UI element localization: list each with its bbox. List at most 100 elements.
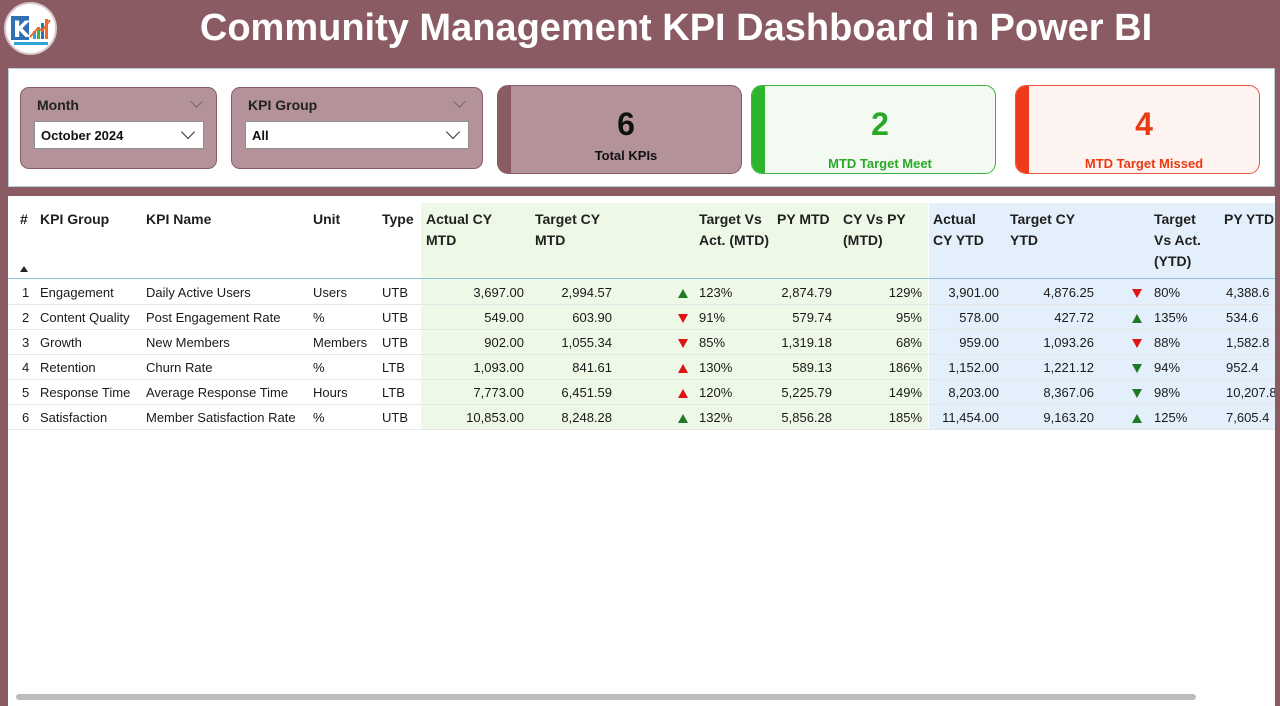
triangle-up-icon	[678, 414, 688, 423]
cell-type: UTB	[382, 410, 408, 425]
chevron-down-icon	[180, 124, 196, 140]
month-dropdown-value: October 2024	[41, 128, 124, 143]
triangle-down-icon	[678, 339, 688, 348]
table-row[interactable]: 2 Content Quality Post Engagement Rate% UTB…	[8, 305, 1275, 330]
chevron-down-icon	[445, 124, 461, 140]
page-title: Community Management KPI Dashboard in Po…	[199, 7, 1153, 49]
cell-type: LTB	[382, 360, 405, 375]
mtd-target-meet-card: 2 MTD Target Meet	[751, 85, 996, 174]
cell-target-cy-mtd: 1,055.34	[561, 335, 612, 350]
mtd-target-missed-value: 4	[1135, 106, 1153, 142]
cell-kpi-group: Response Time	[40, 385, 131, 400]
kpi-table-panel: # KPI Group KPI Name Unit Type Actual CY…	[8, 196, 1275, 706]
kpi-group-slicer: KPI Group All	[231, 87, 483, 169]
column-header-kpi-group[interactable]: KPI Group	[40, 209, 109, 230]
cell-number: 1	[22, 285, 30, 300]
cell-unit: %	[313, 310, 325, 325]
cell-actual-cy-ytd: 11,454.00	[942, 410, 999, 425]
mtd-target-meet-value: 2	[871, 106, 889, 142]
cell-kpi-group: Content Quality	[40, 310, 130, 325]
mtd-target-missed-label: MTD Target Missed	[1084, 156, 1204, 171]
cell-number: 3	[22, 335, 30, 350]
column-header-target-cy-ytd[interactable]: Target CY YTD	[1010, 209, 1090, 251]
cell-kpi-name: Daily Active Users	[146, 285, 251, 300]
column-header-target-cy-mtd[interactable]: Target CY MTD	[535, 209, 615, 251]
cell-target-vs-act-mtd: 91%	[699, 310, 726, 325]
cell-target-vs-act-mtd: 123%	[699, 285, 733, 300]
cell-actual-cy-mtd: 1,093.00	[473, 360, 524, 375]
chevron-down-icon[interactable]	[453, 95, 466, 108]
cell-kpi-name: Post Engagement Rate	[146, 310, 281, 325]
row-divider	[8, 429, 1275, 430]
cell-py-ytd: 534.6	[1226, 310, 1259, 325]
mtd-target-missed-card: 4 MTD Target Missed	[1015, 85, 1260, 174]
column-header-kpi-name[interactable]: KPI Name	[146, 209, 211, 230]
cell-actual-cy-ytd: 959.00	[959, 335, 999, 350]
cell-unit: Members	[313, 335, 368, 350]
column-header-unit[interactable]: Unit	[313, 209, 340, 230]
column-header-cy-vs-py-mtd[interactable]: CY Vs PY (MTD)	[843, 209, 913, 251]
triangle-down-icon	[678, 314, 688, 323]
column-header-py-ytd[interactable]: PY YTD	[1224, 209, 1274, 230]
kpi-group-dropdown[interactable]: All	[245, 121, 469, 149]
sort-ascending-icon[interactable]	[20, 266, 28, 272]
column-header-actual-cy-ytd[interactable]: Actual CY YTD	[933, 209, 993, 251]
column-header-actual-cy-mtd[interactable]: Actual CY MTD	[426, 209, 506, 251]
cell-unit: %	[313, 410, 325, 425]
card-accent-strip	[498, 86, 511, 173]
triangle-up-icon	[678, 389, 688, 398]
header-bar: K Community Management KPI Dashboard in …	[0, 0, 1280, 58]
table-row[interactable]: 4 Retention Churn Rate% LTB 1,093.00 841.61 13…	[8, 355, 1275, 380]
cell-target-vs-act-ytd: 80%	[1154, 285, 1181, 300]
cell-unit: Users	[313, 285, 347, 300]
cell-number: 4	[22, 360, 30, 375]
cell-kpi-group: Engagement	[40, 285, 114, 300]
card-accent-strip	[752, 86, 765, 173]
table-row[interactable]: 6 Satisfaction Member Satisfaction Rate% UT…	[8, 405, 1275, 430]
table-row[interactable]: 5 Response Time Average Response Time Hours…	[8, 380, 1275, 405]
cell-target-vs-act-mtd: 130%	[699, 360, 733, 375]
total-kpis-card: 6 Total KPIs	[497, 85, 742, 174]
cell-py-ytd: 7,605.4	[1226, 410, 1270, 425]
month-dropdown[interactable]: October 2024	[34, 121, 204, 149]
cell-target-cy-mtd: 8,248.28	[561, 410, 612, 425]
column-header-target-vs-act-mtd[interactable]: Target Vs Act. (MTD)	[699, 209, 774, 251]
cell-number: 6	[22, 410, 30, 425]
cell-actual-cy-ytd: 8,203.00	[948, 385, 999, 400]
chevron-down-icon[interactable]	[190, 95, 203, 108]
kpi-group-slicer-label: KPI Group	[248, 97, 318, 113]
cell-py-ytd: 1,582.8	[1226, 335, 1270, 350]
cell-target-cy-ytd: 8,367.06	[1043, 385, 1094, 400]
triangle-up-icon	[678, 289, 688, 298]
cell-target-vs-act-ytd: 135%	[1154, 310, 1188, 325]
triangle-down-icon	[1132, 389, 1142, 398]
cell-target-vs-act-mtd: 85%	[699, 335, 726, 350]
column-header-number[interactable]: #	[20, 209, 28, 230]
cell-actual-cy-ytd: 1,152.00	[948, 360, 999, 375]
cell-type: UTB	[382, 285, 408, 300]
cell-target-cy-mtd: 6,451.59	[561, 385, 612, 400]
cell-kpi-group: Retention	[40, 360, 96, 375]
cell-kpi-name: Member Satisfaction Rate	[146, 410, 296, 425]
cell-actual-cy-mtd: 549.00	[484, 310, 524, 325]
cell-py-ytd: 10,207.8	[1226, 385, 1275, 400]
cell-target-cy-mtd: 841.61	[572, 360, 612, 375]
cell-target-vs-act-mtd: 132%	[699, 410, 733, 425]
column-header-type[interactable]: Type	[382, 209, 414, 230]
cell-actual-cy-mtd: 902.00	[484, 335, 524, 350]
column-header-py-mtd[interactable]: PY MTD	[777, 209, 830, 230]
cell-py-mtd: 2,874.79	[781, 285, 832, 300]
column-header-target-vs-act-ytd[interactable]: Target Vs Act. (YTD)	[1154, 209, 1216, 272]
cell-number: 2	[22, 310, 30, 325]
table-row[interactable]: 3 Growth New Members Members UTB 902.00 1,055.…	[8, 330, 1275, 355]
cell-target-vs-act-ytd: 98%	[1154, 385, 1181, 400]
cell-target-vs-act-ytd: 125%	[1154, 410, 1188, 425]
cell-target-cy-ytd: 427.72	[1054, 310, 1094, 325]
cell-type: LTB	[382, 385, 405, 400]
cell-py-mtd: 5,225.79	[781, 385, 832, 400]
horizontal-scrollbar[interactable]	[16, 694, 1196, 700]
cell-kpi-group: Satisfaction	[40, 410, 108, 425]
cell-target-vs-act-ytd: 88%	[1154, 335, 1181, 350]
table-row[interactable]: 1 Engagement Daily Active Users Users UTB 3,6…	[8, 280, 1275, 305]
cell-number: 5	[22, 385, 30, 400]
